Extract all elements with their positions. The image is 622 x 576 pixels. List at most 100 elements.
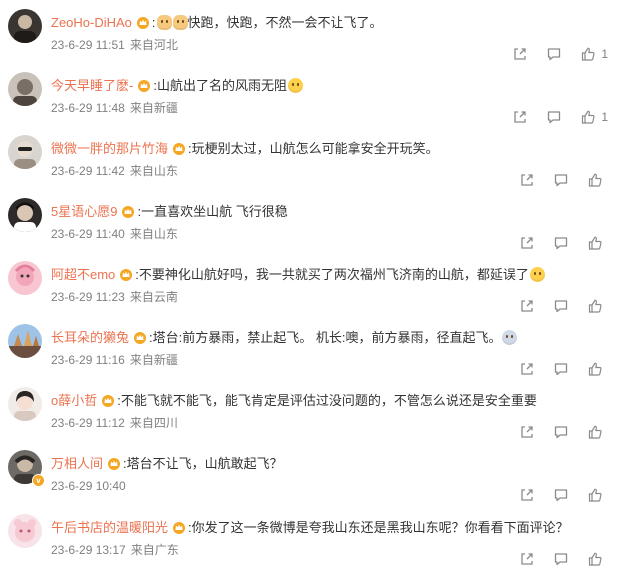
- comment-line: 午后书店的温暖阳光:你发了这一条微博是夸我山东还是黑我山东呢？你看看下面评论？: [51, 519, 612, 537]
- username-link[interactable]: 长耳朵的獭兔: [51, 330, 129, 345]
- thumbs-up-icon[interactable]: [587, 298, 603, 314]
- comment-actions: 1: [512, 108, 608, 126]
- comment-time: 23-6-29 11:23: [51, 290, 125, 304]
- comment-item: v 万相人间 :塔台不让飞，山航敢起飞？ 23-6-29 10:40: [0, 449, 622, 512]
- comment-item: 微微一胖的那片竹海:玩梗别太过，山航怎么可能拿安全开玩笑。 23-6-29 11:…: [0, 134, 622, 197]
- comment-text: :玩梗别太过，山航怎么可能拿安全开玩笑。: [188, 141, 439, 156]
- avatar[interactable]: [8, 324, 42, 358]
- share-icon[interactable]: [519, 487, 535, 503]
- comment-location: 来自四川: [129, 416, 178, 430]
- comment-meta: 23-6-29 11:23 来自云南: [51, 289, 178, 305]
- comment-actions: [519, 486, 608, 504]
- emoji-icon: [287, 78, 303, 93]
- comment-line: o薛小哲 :不能飞就不能飞，能飞肯定是评估过没问题的，不管怎么说还是安全重要: [51, 392, 612, 410]
- comment-icon[interactable]: [546, 46, 562, 62]
- username-link[interactable]: ZeoHo-DiHAo: [51, 15, 132, 30]
- comment-location: 来自新疆: [129, 101, 178, 115]
- comment-location: 来自河北: [129, 38, 178, 52]
- share-icon[interactable]: [519, 298, 535, 314]
- emoji-icon: [156, 15, 172, 30]
- username-link[interactable]: 5星语心愿9: [51, 204, 117, 219]
- share-icon[interactable]: [519, 551, 535, 567]
- comment-actions: [519, 423, 608, 441]
- comment-icon[interactable]: [553, 424, 569, 440]
- comment-item: 阿超不emo :不要神化山航好吗，我一共就买了两次福州飞济南的山航，都延误了 23-…: [0, 260, 622, 323]
- comment-text: :不要神化山航好吗，我一共就买了两次福州飞济南的山航，都延误了: [135, 267, 529, 282]
- comment-item: 今天早睡了麽-:山航出了名的风雨无阻 23-6-29 11:48 来自新疆 1: [0, 71, 622, 134]
- comment-meta: 23-6-29 10:40: [51, 478, 131, 494]
- comment-text: :塔台不让飞，山航敢起飞？: [123, 456, 283, 471]
- comment-text: :不能飞就不能飞，能飞肯定是评估过没问题的，不管怎么说还是安全重要: [117, 393, 537, 408]
- thumbs-up-icon[interactable]: [587, 487, 603, 503]
- comment-time: 23-6-29 11:12: [51, 416, 125, 430]
- avatar[interactable]: [8, 387, 42, 421]
- comment-text-continued: 快跑，快跑，不然一会不让飞了。: [187, 15, 383, 30]
- avatar[interactable]: [8, 261, 42, 295]
- share-icon[interactable]: [519, 172, 535, 188]
- share-icon[interactable]: [512, 109, 528, 125]
- comment-line: 长耳朵的獭兔 :塔台:前方暴雨，禁止起飞。 机长:噢，前方暴雨，径直起飞。: [51, 329, 612, 347]
- share-icon[interactable]: [519, 235, 535, 251]
- comment-icon[interactable]: [553, 172, 569, 188]
- crown-icon: [122, 206, 135, 218]
- comment-item: ZeoHo-DiHAo: 快跑，快跑，不然一会不让飞了。 23-6-29 11:51…: [0, 8, 622, 71]
- thumbs-up-icon[interactable]: [587, 424, 603, 440]
- username-link[interactable]: 微微一胖的那片竹海: [51, 141, 168, 156]
- avatar[interactable]: [8, 198, 42, 232]
- emoji-icon: [502, 330, 518, 345]
- comment-line: 5星语心愿9:一直喜欢坐山航 飞行很稳: [51, 203, 612, 221]
- comment-actions: [519, 297, 608, 315]
- share-icon[interactable]: [519, 424, 535, 440]
- comment-icon[interactable]: [553, 298, 569, 314]
- comment-meta: 23-6-29 11:51 来自河北: [51, 37, 178, 53]
- comment-line: 今天早睡了麽-:山航出了名的风雨无阻: [51, 77, 612, 95]
- like-count: 1: [601, 110, 608, 124]
- avatar[interactable]: [8, 514, 42, 548]
- share-icon[interactable]: [519, 361, 535, 377]
- comment-location: 来自山东: [129, 164, 178, 178]
- comment-time: 23-6-29 10:40: [51, 479, 126, 493]
- username-link[interactable]: 万相人间: [51, 456, 103, 471]
- username-link[interactable]: 阿超不emo: [51, 267, 115, 282]
- crown-icon: [102, 395, 115, 407]
- comment-icon[interactable]: [553, 235, 569, 251]
- username-link[interactable]: 今天早睡了麽-: [51, 78, 133, 93]
- comment-line: 阿超不emo :不要神化山航好吗，我一共就买了两次福州飞济南的山航，都延误了: [51, 266, 612, 284]
- username-link[interactable]: 午后书店的温暖阳光: [51, 520, 168, 535]
- share-icon[interactable]: [512, 46, 528, 62]
- comment-actions: 1: [512, 45, 608, 63]
- comment-icon[interactable]: [553, 361, 569, 377]
- comment-meta: 23-6-29 11:48 来自新疆: [51, 100, 178, 116]
- thumbs-up-icon[interactable]: [587, 235, 603, 251]
- comment-icon[interactable]: [553, 551, 569, 567]
- avatar[interactable]: [8, 9, 42, 43]
- crown-icon: [173, 522, 186, 534]
- comment-icon[interactable]: [546, 109, 562, 125]
- comment-meta: 23-6-29 11:12 来自四川: [51, 415, 178, 431]
- comment-meta: 23-6-29 13:17 来自广东: [51, 542, 179, 558]
- comment-location: 来自云南: [129, 290, 178, 304]
- like-count: 1: [601, 47, 608, 61]
- comment-icon[interactable]: [553, 487, 569, 503]
- username-link[interactable]: o薛小哲: [51, 393, 97, 408]
- comment-actions: [519, 550, 608, 568]
- verified-badge-icon: v: [32, 474, 45, 487]
- thumbs-up-icon[interactable]: [587, 172, 603, 188]
- comment-location: 来自广东: [130, 543, 179, 557]
- avatar[interactable]: [8, 72, 42, 106]
- thumbs-up-icon[interactable]: [580, 46, 596, 62]
- avatar[interactable]: [8, 135, 42, 169]
- comment-text: :塔台:前方暴雨，禁止起飞。 机长:噢，前方暴雨，径直起飞。: [149, 330, 502, 345]
- comment-item: o薛小哲 :不能飞就不能飞，能飞肯定是评估过没问题的，不管怎么说还是安全重要 23-…: [0, 386, 622, 449]
- comment-time: 23-6-29 11:51: [51, 38, 125, 52]
- comment-actions: [519, 171, 608, 189]
- comment-item: 午后书店的温暖阳光:你发了这一条微博是夸我山东还是黑我山东呢？你看看下面评论？ 2…: [0, 513, 622, 576]
- comment-item: 5星语心愿9:一直喜欢坐山航 飞行很稳 23-6-29 11:40 来自山东: [0, 197, 622, 260]
- crown-icon: [173, 143, 186, 155]
- comment-meta: 23-6-29 11:16 来自新疆: [51, 352, 178, 368]
- thumbs-up-icon[interactable]: [587, 361, 603, 377]
- comment-time: 23-6-29 13:17: [51, 543, 126, 557]
- thumbs-up-icon[interactable]: [587, 551, 603, 567]
- thumbs-up-icon[interactable]: [580, 109, 596, 125]
- comment-time: 23-6-29 11:16: [51, 353, 125, 367]
